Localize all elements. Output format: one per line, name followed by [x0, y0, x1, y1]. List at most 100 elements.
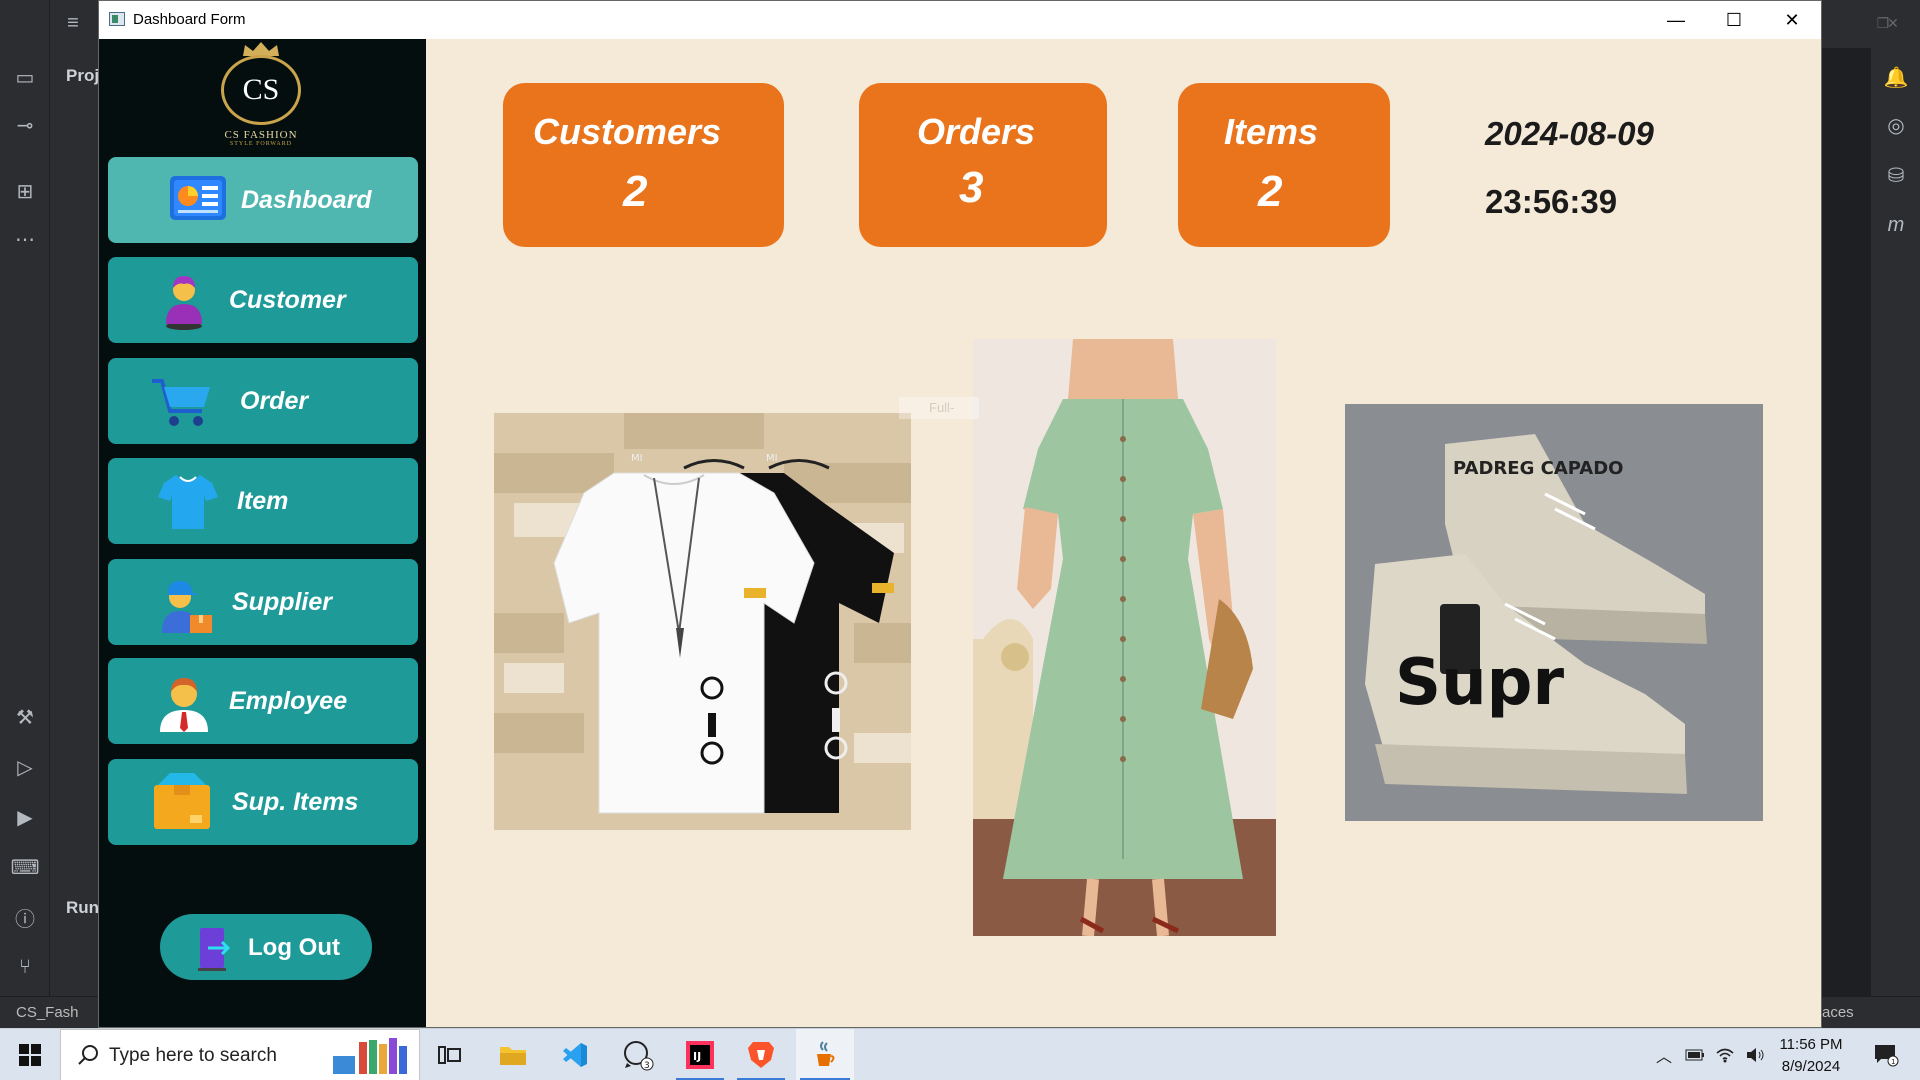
whatsapp-badge: 3 [644, 1061, 650, 1071]
current-time: 23:56:39 [1485, 183, 1618, 220]
intellij-taskbar-button[interactable]: IJ [672, 1029, 728, 1080]
notification-count: 1 [1891, 1058, 1895, 1066]
dashboard-window: Dashboard Form — ☐ ✕ CS CS FASHION STYLE… [98, 0, 1822, 1028]
more-tools-icon[interactable]: ⋯ [12, 226, 38, 252]
nav-supplier-label: Supplier [232, 588, 333, 616]
customers-card-title: Customers [533, 111, 722, 152]
run-tab-label[interactable]: Run [66, 898, 99, 918]
search-placeholder: Type here to search [109, 1045, 277, 1066]
logout-button[interactable]: Log Out [160, 914, 372, 980]
nav-employee-button[interactable]: Employee [108, 658, 418, 744]
delivery-man-icon [162, 581, 212, 633]
ide-editor-edge [1822, 48, 1870, 1028]
close-button[interactable]: ✕ [1763, 1, 1821, 39]
volume-icon[interactable] [1742, 1029, 1768, 1080]
nav-sup-items-label: Sup. Items [232, 788, 359, 816]
employee-icon [160, 678, 208, 732]
ai-assistant-icon[interactable]: ◎ [1883, 112, 1909, 138]
sneaker-text-2: Supr [1395, 646, 1564, 720]
nav-order-label: Order [240, 387, 309, 415]
commit-icon[interactable]: ⊸ [12, 112, 38, 138]
taskbar-time: 11:56 PM [1779, 1036, 1843, 1053]
tooltip-ghost: Full- [899, 397, 979, 419]
battery-icon[interactable] [1682, 1029, 1708, 1080]
maximize-button[interactable]: ☐ [1705, 1, 1763, 39]
close-ide-icon[interactable]: ✕ [1880, 10, 1906, 36]
exit-door-icon [198, 928, 231, 971]
database-icon[interactable]: ⛁ [1883, 162, 1909, 188]
nav-item-label: Item [237, 487, 289, 515]
windows-taskbar: Type here to search 3 IJ ︿ 11:56 PM 8/9/… [0, 1028, 1920, 1080]
items-count: 2 [1258, 167, 1283, 216]
task-view-button[interactable] [422, 1029, 478, 1080]
tshirts-image: MI MI [494, 413, 911, 830]
customer-person-icon [166, 276, 202, 330]
java-cup-icon [817, 1041, 835, 1066]
terminal-icon[interactable]: ⌨ [11, 854, 40, 880]
items-card-title: Items [1224, 111, 1319, 152]
tray-overflow-chevron-icon[interactable]: ︿ [1652, 1029, 1676, 1080]
nav-supplier-button[interactable]: Supplier [108, 559, 418, 645]
wifi-icon[interactable] [1712, 1029, 1738, 1080]
orders-count: 3 [959, 163, 984, 212]
main-menu-icon[interactable]: ≡ [60, 10, 86, 36]
java-app-icon [109, 12, 125, 26]
start-button[interactable] [0, 1029, 60, 1080]
java-app-button[interactable] [796, 1029, 854, 1080]
customers-count: 2 [623, 167, 648, 216]
nav-dashboard-label: Dashboard [241, 186, 372, 214]
whatsapp-button[interactable]: 3 [610, 1029, 666, 1080]
task-view-icon [438, 1046, 461, 1064]
nav-dashboard-button[interactable]: Dashboard [108, 157, 418, 243]
nav-item-button[interactable]: Item [108, 458, 418, 544]
notifications-icon[interactable]: 🔔 [1883, 64, 1909, 90]
maven-icon[interactable]: m [1883, 212, 1909, 238]
customers-card: Customers 2 [503, 83, 784, 247]
tshirt-print-left: MI [631, 453, 643, 464]
whatsapp-icon: 3 [624, 1041, 654, 1071]
structure-icon[interactable]: ⊞ [12, 178, 38, 204]
build-icon[interactable]: ⚒ [12, 704, 38, 730]
notification-center-button[interactable]: 1 [1864, 1029, 1908, 1080]
logo-brand: CS FASHION [224, 129, 298, 141]
window-title-bar[interactable]: Dashboard Form — ☐ ✕ [99, 1, 1821, 39]
brave-lion-icon [748, 1042, 774, 1068]
problems-icon[interactable]: ⓘ [12, 904, 38, 931]
green-dress-image [973, 339, 1276, 936]
logout-label: Log Out [248, 934, 340, 961]
nav-sup-items-button[interactable]: Sup. Items [108, 759, 418, 845]
nav-order-button[interactable]: Order [108, 358, 418, 444]
project-tab-label[interactable]: Proj [66, 66, 99, 86]
books-search-highlight-icon [333, 1038, 407, 1074]
taskbar-search-box[interactable]: Type here to search [60, 1029, 420, 1080]
window-title: Dashboard Form [133, 11, 246, 28]
taskbar-clock[interactable]: 11:56 PM 8/9/2024 [1778, 1034, 1844, 1078]
sidebar: CS CS FASHION STYLE FORWARD Dashboard Cu… [99, 39, 426, 1027]
svg-text:IJ: IJ [693, 1050, 701, 1063]
brave-browser-button[interactable] [733, 1029, 789, 1080]
project-folder-icon[interactable]: ▭ [12, 64, 38, 90]
sneakers-image: PADREG CAPADO Supr [1345, 404, 1763, 821]
tshirt-print-right: MI [766, 453, 778, 464]
intellij-icon: IJ [686, 1041, 714, 1069]
run-icon[interactable]: ▶ [12, 804, 38, 830]
orders-card: Orders 3 [859, 83, 1107, 247]
cs-fashion-logo: CS CS FASHION STYLE FORWARD [206, 41, 316, 155]
ide-tool-strip-right: 🔔 ◎ ⛁ m [1870, 48, 1920, 1028]
taskbar-date: 8/9/2024 [1781, 1058, 1841, 1075]
minimize-button[interactable]: — [1647, 1, 1705, 39]
orders-card-title: Orders [917, 111, 1036, 152]
current-date: 2024-08-09 [1485, 115, 1654, 152]
items-card: Items 2 [1178, 83, 1390, 247]
services-icon[interactable]: ▷ [12, 754, 38, 780]
status-project-name[interactable]: CS_Fash [16, 1004, 79, 1021]
ide-project-panel: Proj Run [50, 48, 99, 1028]
vscode-icon [563, 1043, 587, 1067]
action-center-icon: 1 [1875, 1045, 1899, 1067]
git-icon[interactable]: ⑂ [12, 954, 38, 980]
nav-customer-button[interactable]: Customer [108, 257, 418, 343]
vscode-button[interactable] [547, 1029, 603, 1080]
file-explorer-button[interactable] [485, 1029, 541, 1080]
box-icon [154, 773, 210, 829]
sneaker-text-1: PADREG CAPADO [1453, 458, 1623, 479]
